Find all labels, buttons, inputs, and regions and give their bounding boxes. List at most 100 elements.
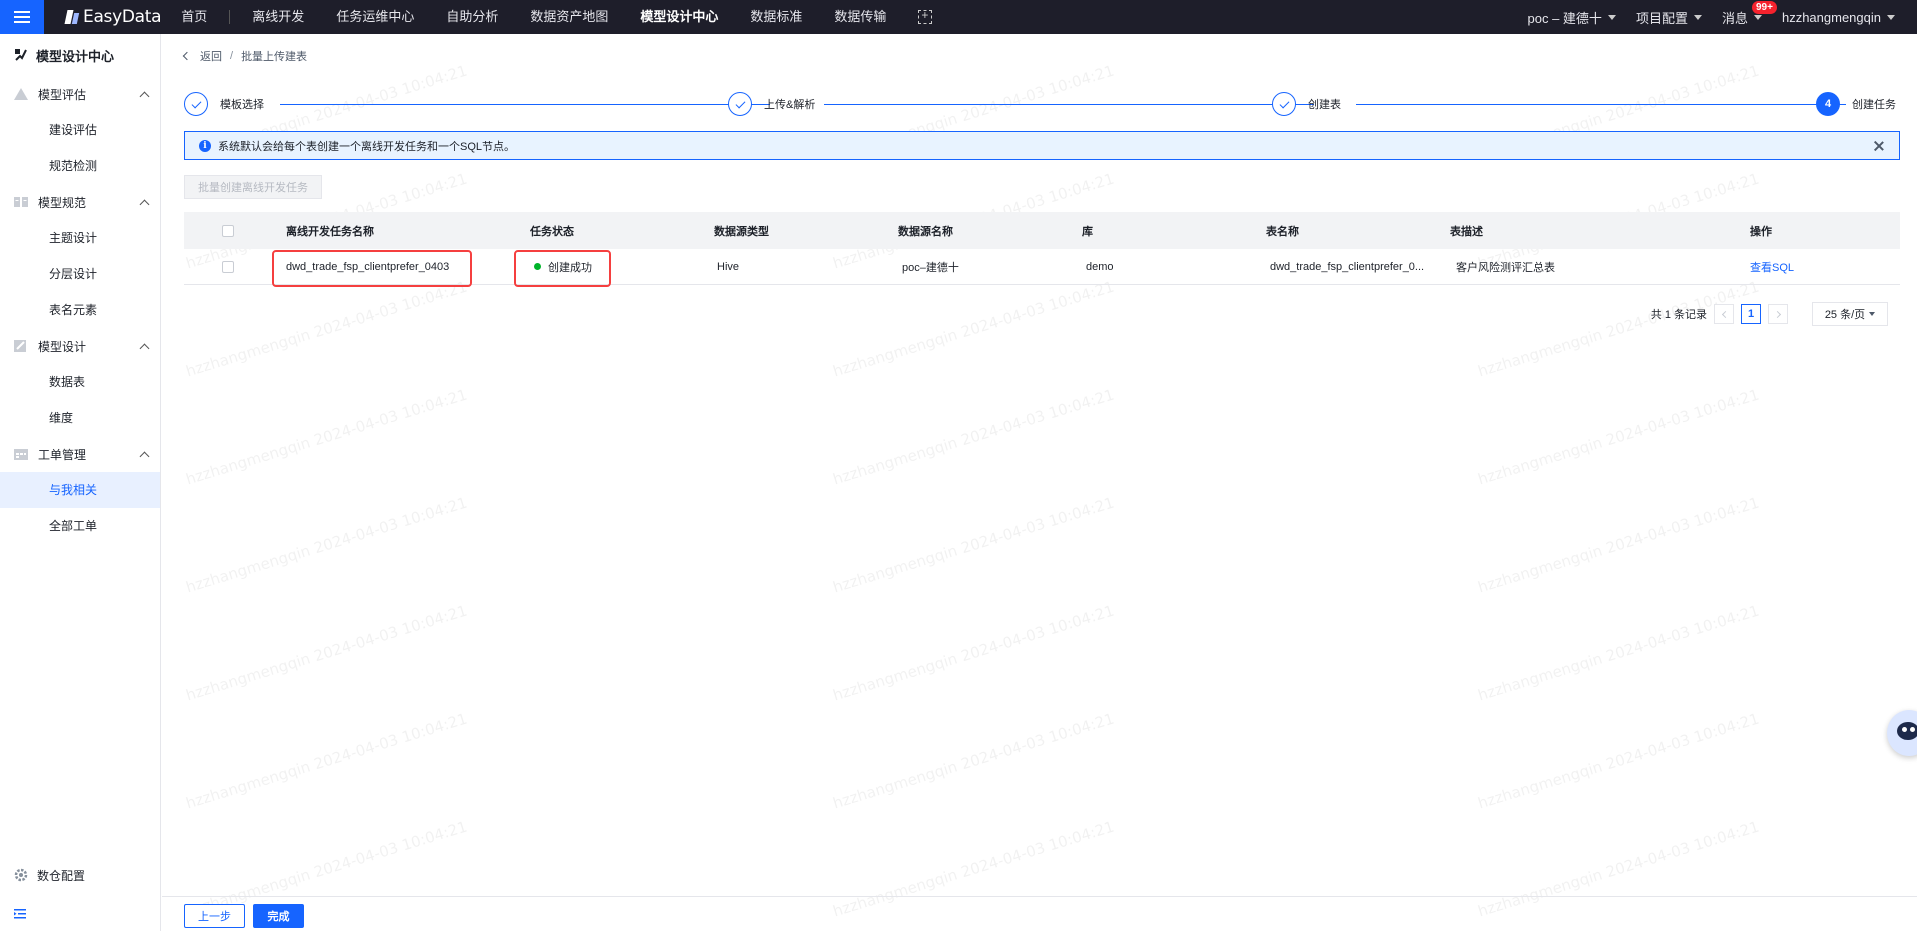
watermark-text: hzzhangmengqin 2024-04-03 10:04:21 [830,709,1117,813]
back-arrow-icon[interactable] [182,51,192,61]
top-bar: EasyData 首页 离线开发 任务运维中心 自助分析 数据资产地图 模型设计… [0,0,1917,34]
sidebar-title-text: 模型设计中心 [36,48,115,64]
sidebar-item-data-table[interactable]: 数据表 [0,364,160,400]
column-header: 数据源名称 [898,225,953,238]
chevron-down-icon [1607,14,1616,20]
next-page-button[interactable] [1768,304,1788,324]
nav-model-design[interactable]: 模型设计中心 [624,0,734,34]
chevron-up-icon [139,343,150,353]
watermark-text: hzzhangmengqin 2024-04-03 10:04:21 [830,601,1117,705]
step-upload-parse: 上传&解析 [728,92,815,116]
watermark-text: hzzhangmengqin 2024-04-03 10:04:21 [830,385,1117,489]
finish-button[interactable]: 完成 [253,904,304,928]
chevron-up-icon [139,199,150,209]
sidebar-item-table-name-elements[interactable]: 表名元素 [0,292,160,328]
sidebar: 模型设计中心 模型评估 建设评估 规范检测 模型规范 主题设计 分层设计 表名元… [0,34,161,931]
step-create-task: 4 创建任务 [1816,92,1896,116]
sidebar-group-model-spec[interactable]: 模型规范 [0,184,160,220]
page-size-select[interactable]: 25 条/页 [1812,302,1888,326]
gear-icon [14,868,28,882]
batch-create-task-button[interactable]: 批量创建离线开发任务 [184,175,322,199]
project-config-label: 项目配置 [1635,10,1688,26]
nav-divider [229,10,231,24]
project-selector[interactable]: poc – 建德十 [1528,8,1616,27]
table-desc-cell: 客户风险测评汇总表 [1456,261,1555,274]
prev-step-button[interactable]: 上一步 [184,904,245,928]
nav-data-transfer[interactable]: 数据传输 [818,0,902,34]
view-sql-link[interactable]: 查看SQL [1750,259,1794,275]
menu-icon[interactable] [0,0,44,34]
assistant-float-icon[interactable] [1887,710,1917,756]
design-pen-icon [14,340,26,352]
column-header: 操作 [1750,225,1772,238]
messages-menu[interactable]: 消息 99+ [1721,0,1777,27]
row-checkbox[interactable] [222,260,234,273]
top-right-controls: poc – 建德十 项目配置 消息 99+ hzzhangmengqin [1508,0,1895,34]
task-status-cell: 创建成功 [534,249,592,284]
info-alert: i 系统默认会给每个表创建一个离线开发任务和一个SQL节点。 [184,131,1900,160]
sidebar-item-topic-design[interactable]: 主题设计 [0,220,160,256]
step-label: 上传&解析 [764,99,816,111]
chevron-down-icon [1869,312,1876,316]
source-name-cell: poc–建德十 [902,261,959,274]
prev-page-button[interactable] [1714,304,1734,324]
watermark-text: hzzhangmengqin 2024-04-03 10:04:21 [183,601,470,705]
info-icon: i [199,139,211,152]
book-icon [14,197,28,207]
messages-label: 消息 [1721,10,1748,26]
column-header: 表名称 [1266,225,1299,238]
main-nav: 首页 离线开发 任务运维中心 自助分析 数据资产地图 模型设计中心 数据标准 数… [173,0,933,34]
sidebar-item-related-to-me[interactable]: 与我相关 [0,472,160,508]
app-logo[interactable]: EasyData [66,7,162,27]
page-number-button[interactable]: 1 [1741,304,1761,324]
sidebar-item-dimension[interactable]: 维度 [0,400,160,436]
sidebar-group-label: 模型评估 [38,87,87,102]
task-name-cell: dwd_trade_fsp_clientprefer_0403 [286,260,450,273]
step-done-check-icon [184,92,208,116]
nav-data-standard[interactable]: 数据标准 [734,0,818,34]
select-all-checkbox[interactable] [222,224,234,237]
project-config-menu[interactable]: 项目配置 [1636,8,1702,27]
sidebar-item-warehouse-config[interactable]: 数仓配置 [0,857,160,893]
chevron-up-icon [139,451,150,461]
more-apps-icon[interactable] [918,8,933,24]
close-icon[interactable] [1873,140,1885,152]
sidebar-group-model-eval[interactable]: 模型评估 [0,76,160,112]
watermark-text: hzzhangmengqin 2024-04-03 10:04:21 [1475,277,1762,381]
watermark-text: hzzhangmengqin 2024-04-03 10:04:21 [1475,601,1762,705]
breadcrumb: 返回 / 批量上传建表 [182,48,307,64]
nav-offline-dev[interactable]: 离线开发 [236,0,320,34]
sidebar-group-model-design[interactable]: 模型设计 [0,328,160,364]
sidebar-item-build-eval[interactable]: 建设评估 [0,112,160,148]
success-status-dot [534,263,541,270]
breadcrumb-separator: / [230,50,234,62]
user-name: hzzhangmengqin [1781,9,1881,25]
chevron-down-icon [1887,14,1895,20]
calendar-icon [14,449,28,460]
main-content: hzzhangmengqin 2024-04-03 10:04:21 hzzhan… [162,34,1917,931]
chevron-right-icon [1773,310,1781,318]
sidebar-item-all-tickets[interactable]: 全部工单 [0,508,160,544]
sidebar-item-rule-check[interactable]: 规范检测 [0,148,160,184]
sidebar-group-ticket-mgmt[interactable]: 工单管理 [0,436,160,472]
page-size-value: 25 条/页 [1824,309,1866,321]
sidebar-title: 模型设计中心 [0,34,160,76]
column-header: 离线开发任务名称 [286,225,374,238]
total-records: 共 1 条记录 [1650,309,1707,321]
nav-self-analysis[interactable]: 自助分析 [430,0,514,34]
task-status-text: 创建成功 [548,261,592,274]
nav-ops-center[interactable]: 任务运维中心 [320,0,430,34]
sidebar-item-layer-design[interactable]: 分层设计 [0,256,160,292]
user-menu[interactable]: hzzhangmengqin [1782,10,1895,25]
watermark-text: hzzhangmengqin 2024-04-03 10:04:21 [183,277,470,381]
chevron-up-icon [139,91,150,101]
watermark-text: hzzhangmengqin 2024-04-03 10:04:21 [183,709,470,813]
table-row[interactable]: dwd_trade_fsp_clientprefer_0403 创建成功 Hiv… [184,249,1900,285]
sidebar-group-label: 工单管理 [38,447,87,462]
chevron-left-icon [1721,310,1729,318]
nav-asset-map[interactable]: 数据资产地图 [514,0,624,34]
step-create-table: 创建表 [1272,92,1341,116]
back-link[interactable]: 返回 [200,48,222,64]
nav-home[interactable]: 首页 [173,0,223,34]
collapse-sidebar-icon[interactable] [13,907,27,921]
